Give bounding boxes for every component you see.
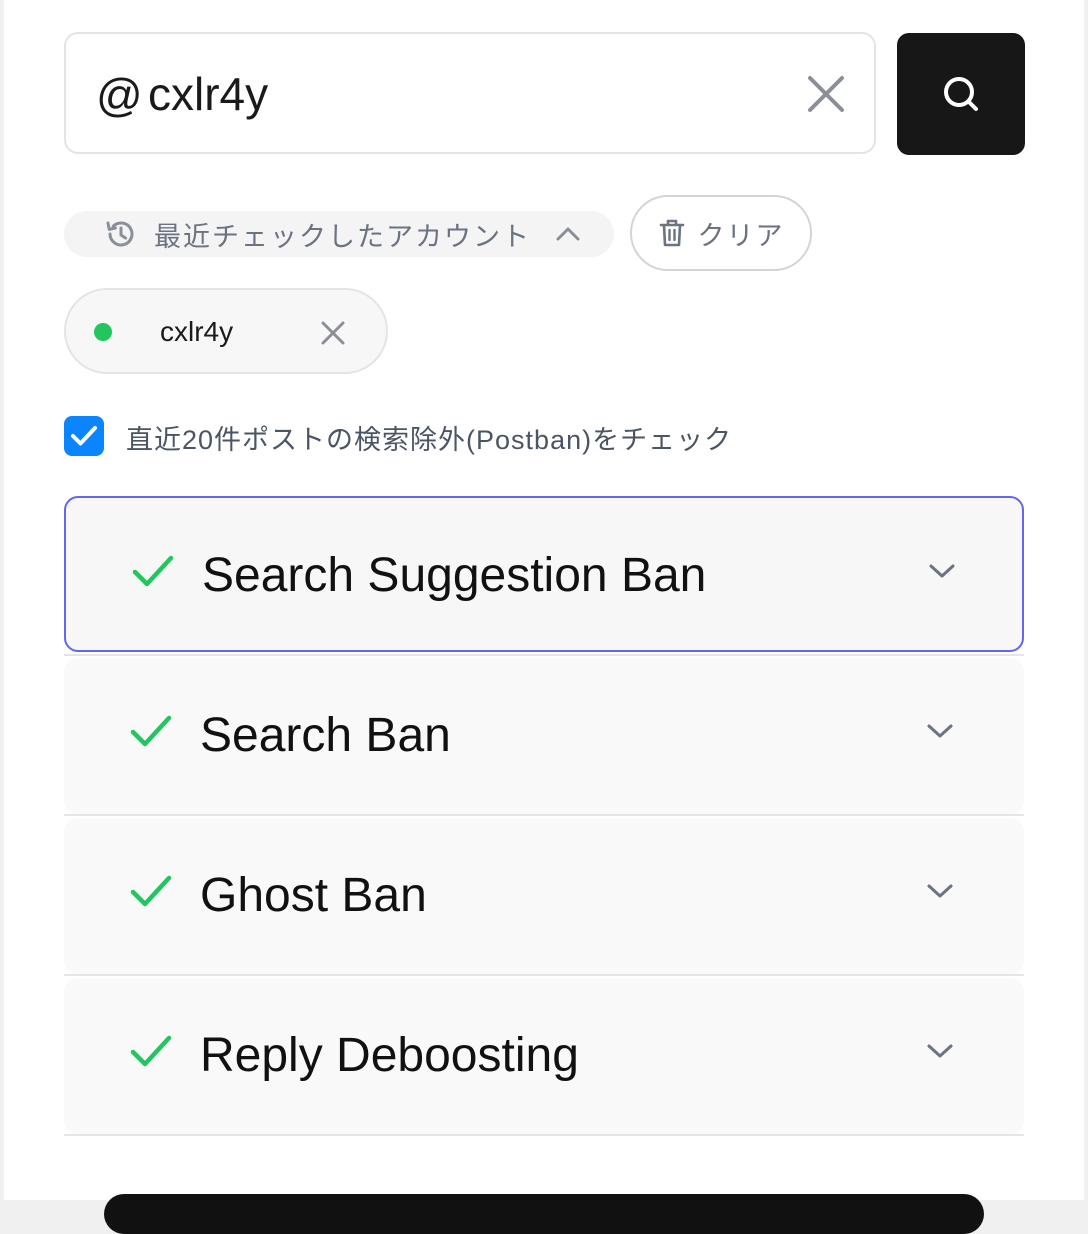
checkmark-icon [130, 875, 172, 907]
recent-account-name: cxlr4y [160, 316, 234, 347]
result-title: Reply Deboosting [200, 1029, 579, 1082]
divider [64, 1134, 1024, 1136]
chevron-down-icon [927, 1044, 953, 1058]
history-icon [106, 221, 134, 247]
trash-icon [659, 219, 684, 247]
recent-accounts-toggle[interactable]: 最近チェックしたアカウント [64, 211, 614, 257]
at-prefix: @ [96, 69, 143, 121]
result-search-suggestion-ban[interactable]: Search Suggestion Ban [64, 496, 1024, 652]
remove-account-icon[interactable] [320, 320, 346, 346]
divider [64, 814, 1024, 816]
status-dot [94, 323, 112, 341]
result-reply-deboosting[interactable]: Reply Deboosting [64, 978, 1024, 1134]
recent-accounts-label: 最近チェックしたアカウント [154, 221, 531, 252]
search-input[interactable] [148, 64, 788, 124]
result-search-ban[interactable]: Search Ban [64, 658, 1024, 814]
clear-history-button[interactable]: クリア [630, 195, 812, 271]
bottom-action-button[interactable] [104, 1194, 984, 1234]
close-icon[interactable] [806, 74, 846, 114]
result-title: Search Suggestion Ban [202, 549, 707, 602]
result-ghost-ban[interactable]: Ghost Ban [64, 818, 1024, 974]
search-button[interactable] [897, 33, 1025, 155]
clear-history-label: クリア [697, 220, 785, 251]
postban-check-label: 直近20件ポストの検索除外(Postban)をチェック [126, 425, 733, 455]
divider [64, 974, 1024, 976]
checkmark-icon [130, 715, 172, 747]
chevron-up-icon [556, 227, 580, 241]
postban-check-row: 直近20件ポストの検索除外(Postban)をチェック [64, 414, 1024, 458]
page: @ 最近チェックしたアカウント [4, 0, 1084, 1234]
chevron-down-icon [927, 724, 953, 738]
result-title: Search Ban [200, 709, 451, 762]
recent-account-chip[interactable]: cxlr4y [64, 288, 388, 374]
postban-checkbox[interactable] [64, 416, 104, 456]
search-row: @ [64, 32, 1025, 156]
recent-row: 最近チェックしたアカウント クリア [64, 195, 1024, 273]
checkmark-icon [132, 555, 174, 587]
divider [64, 654, 1024, 656]
search-box[interactable]: @ [64, 32, 876, 154]
checkmark-icon [71, 426, 97, 446]
result-title: Ghost Ban [200, 869, 427, 922]
chevron-down-icon [927, 884, 953, 898]
chevron-down-icon [929, 564, 955, 578]
checkmark-icon [130, 1035, 172, 1067]
search-icon [944, 77, 978, 111]
